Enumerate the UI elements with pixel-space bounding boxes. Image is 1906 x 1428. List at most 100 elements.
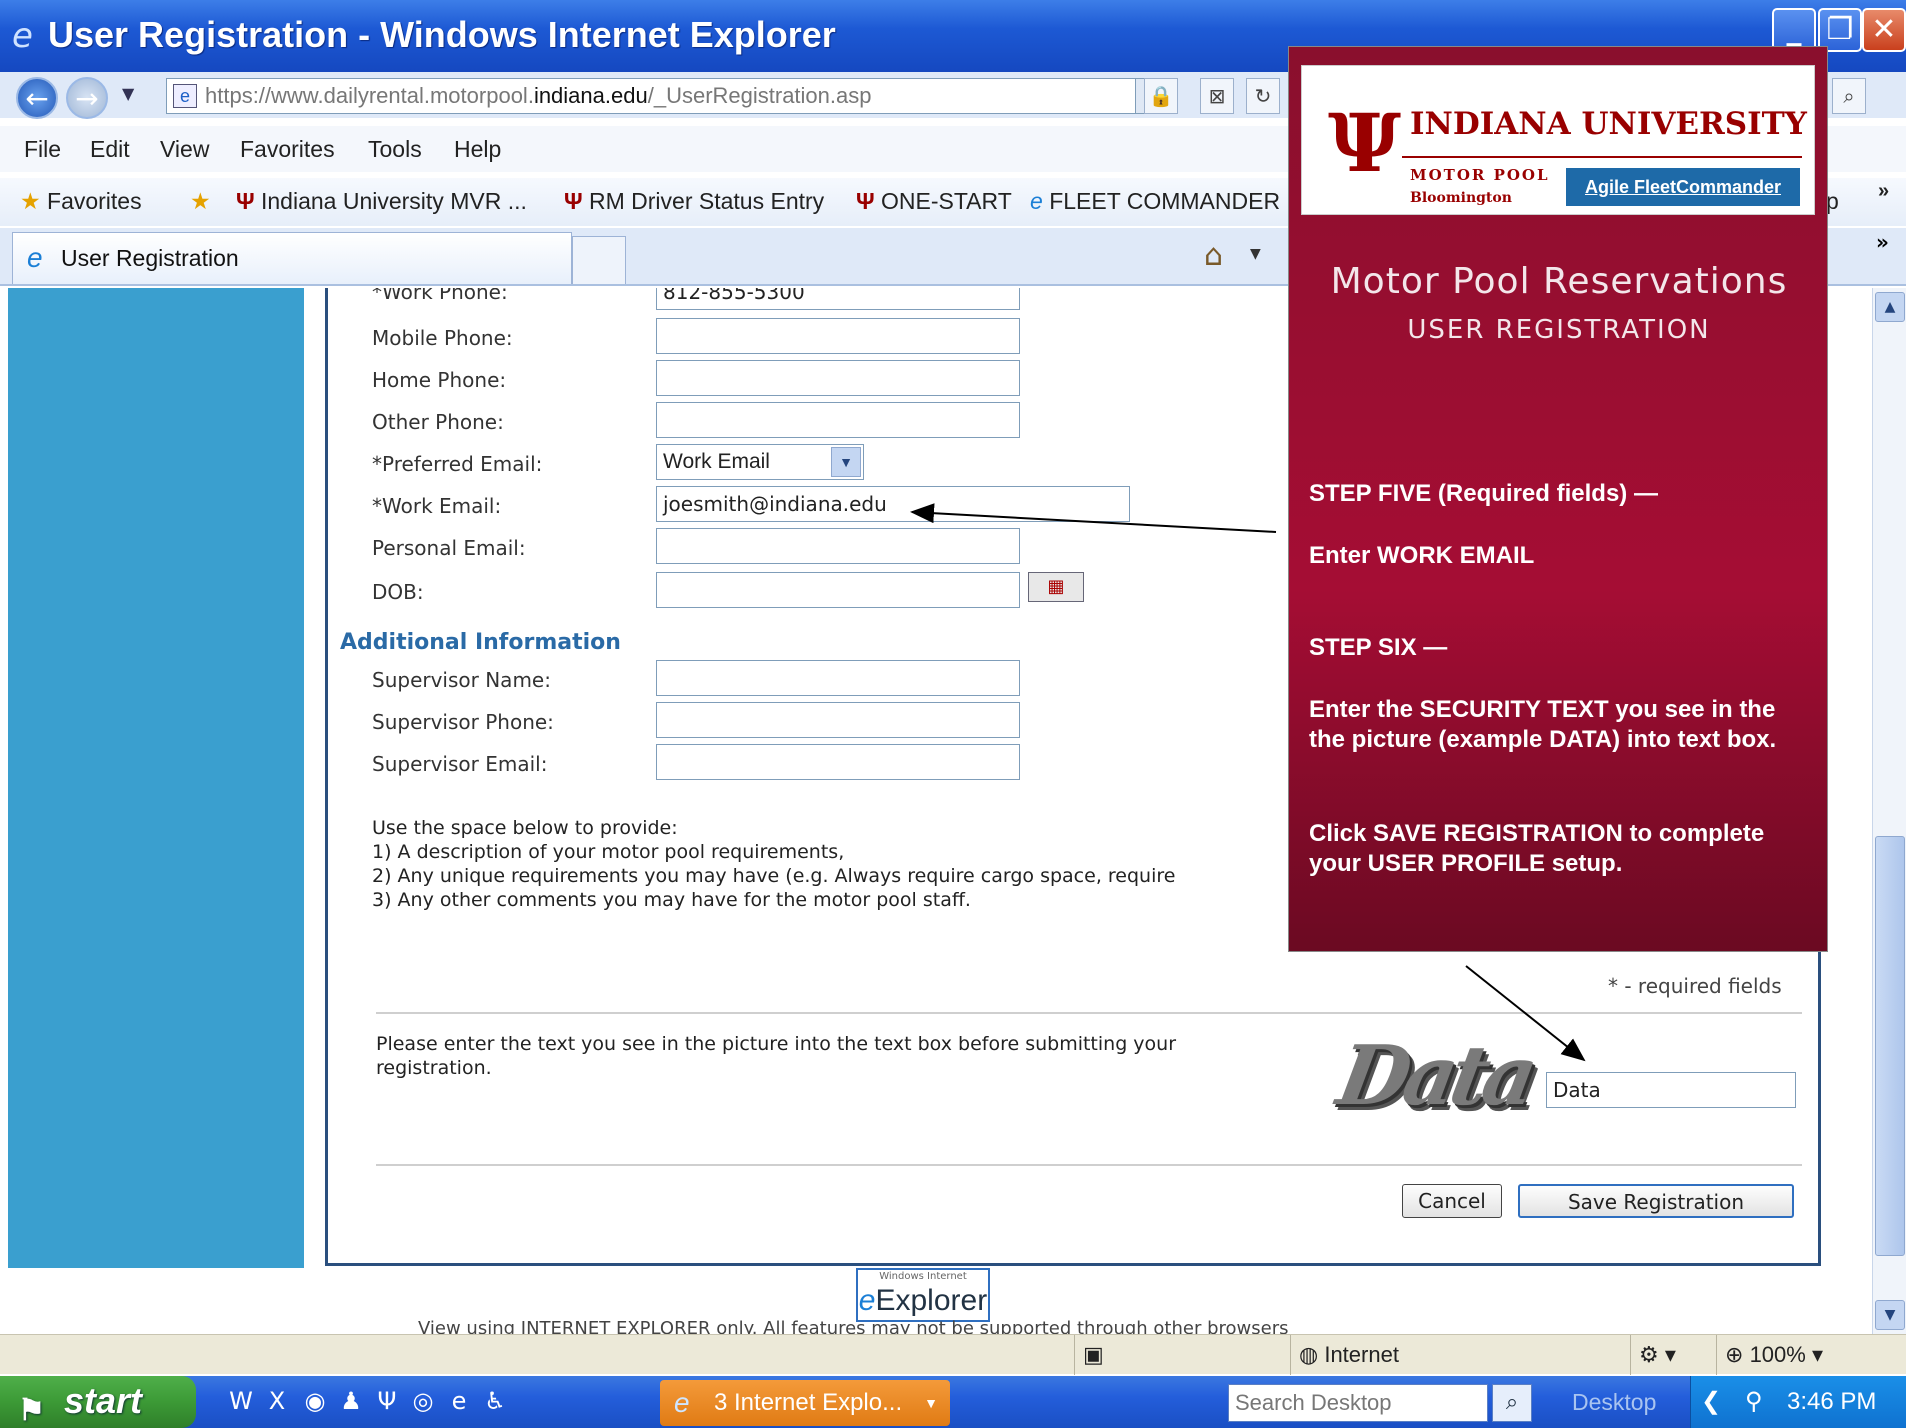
mobile-phone-input[interactable] (656, 318, 1020, 354)
supervisor-phone-input[interactable] (656, 702, 1020, 738)
search-icon[interactable]: ⌕ (1832, 78, 1866, 114)
taskbar-ie-group[interactable]: e 3 Internet Explo... ▼ (660, 1380, 950, 1426)
menu-tools[interactable]: Tools (368, 136, 422, 163)
trident-icon: Ψ (564, 188, 583, 214)
url-domain: indiana.edu (533, 83, 648, 108)
start-label: start (64, 1380, 143, 1421)
step-five-body: Enter WORK EMAIL (1309, 542, 1535, 569)
media-icon[interactable]: ◎ (408, 1386, 438, 1416)
address-input[interactable]: e https://www.dailyrental.motorpool.india… (166, 78, 1166, 114)
notes-line: 2) Any unique requirements you may have … (372, 865, 1176, 887)
ie-icon[interactable]: e (444, 1386, 474, 1416)
menu-file[interactable]: File (24, 136, 61, 163)
agile-fleetcommander-link[interactable]: Agile FleetCommander (1566, 168, 1800, 206)
additional-info-heading: Additional Information (340, 630, 621, 655)
star-icon: ★ (20, 188, 41, 214)
add-favorite-icon[interactable]: ★ (190, 188, 211, 215)
vertical-scrollbar[interactable]: ▲ ▼ (1872, 288, 1906, 1334)
notes-line: Use the space below to provide: (372, 817, 678, 839)
requirements-notes: Use the space below to provide: 1) A des… (372, 816, 1175, 912)
trident-icon[interactable]: Ψ (372, 1386, 402, 1416)
favorite-link-fleet[interactable]: e FLEET COMMANDER (1030, 188, 1280, 215)
chevron-down-icon[interactable]: ▼ (831, 447, 861, 477)
chrome-icon[interactable]: ◉ (300, 1386, 330, 1416)
security-zone: ◍ Internet (1290, 1335, 1620, 1375)
favorite-link-rm[interactable]: Ψ RM Driver Status Entry (564, 188, 824, 215)
work-email-input[interactable]: joesmith@indiana.edu (656, 486, 1130, 522)
menu-view[interactable]: View (160, 136, 209, 163)
tray-arrow-icon[interactable]: ❮ (1701, 1376, 1721, 1428)
preferred-email-select[interactable]: Work Email ▼ (656, 444, 864, 480)
favorite-link-onestart[interactable]: Ψ ONE-START (856, 188, 1012, 215)
iu-logo-box: Ψ INDIANA UNIVERSITY MOTOR POOL Blooming… (1301, 65, 1815, 215)
tab-label: User Registration (61, 245, 239, 271)
captcha-prompt: Please enter the text you see in the pic… (376, 1033, 1177, 1079)
supervisor-email-input[interactable] (656, 744, 1020, 780)
favorites-more-button[interactable]: » (1878, 180, 1889, 203)
close-button[interactable]: ✕ (1862, 8, 1906, 52)
accessibility-icon[interactable]: ♿ (480, 1386, 510, 1416)
trident-icon: Ψ (856, 188, 875, 214)
browser-footnote: View using INTERNET EXPLORER only. All f… (418, 1318, 1289, 1334)
calendar-icon[interactable]: ▦ (1028, 572, 1084, 602)
preferred-email-label: *Preferred Email: (372, 452, 543, 476)
ie-icon: e (674, 1387, 690, 1418)
tab-user-registration[interactable]: e User Registration (12, 232, 572, 284)
captcha-input[interactable]: Data (1546, 1072, 1796, 1108)
instruction-overlay: Ψ INDIANA UNIVERSITY MOTOR POOL Blooming… (1288, 46, 1828, 952)
start-button[interactable]: ⚑ start (0, 1376, 196, 1428)
scroll-thumb[interactable] (1875, 836, 1905, 1256)
status-bar: ▣ ◍ Internet ⚙ ▾ ⊕ 100% ▾ (0, 1334, 1906, 1375)
overlay-title: Motor Pool Reservations (1330, 261, 1788, 302)
overlay-subtitle: USER REGISTRATION (1407, 315, 1711, 345)
captcha-image: Data (1330, 1028, 1539, 1124)
other-phone-input[interactable] (656, 402, 1020, 438)
ie-icon: e (858, 1284, 876, 1317)
new-tab-button[interactable] (572, 236, 626, 284)
excel-icon[interactable]: X (262, 1386, 292, 1416)
menu-favorites[interactable]: Favorites (240, 136, 335, 163)
menu-help[interactable]: Help (454, 136, 501, 163)
notes-line: 1) A description of your motor pool requ… (372, 841, 845, 863)
menu-edit[interactable]: Edit (90, 136, 130, 163)
system-tray: ❮ ⚲ 3:46 PM (1690, 1376, 1906, 1428)
search-desktop-input[interactable]: Search Desktop (1228, 1384, 1488, 1422)
network-icon[interactable]: ⚲ (1745, 1376, 1763, 1428)
people-icon[interactable]: ♟ (336, 1386, 366, 1416)
trident-icon: Ψ (236, 188, 255, 214)
desktop-toolbar-label[interactable]: Desktop (1572, 1376, 1656, 1428)
favorite-label: Indiana University MVR ... (261, 188, 527, 214)
work-email-label: *Work Email: (372, 494, 502, 518)
save-registration-button[interactable]: Save Registration (1518, 1184, 1794, 1218)
home-icon[interactable]: ⌂ (1204, 238, 1223, 273)
word-icon[interactable]: W (226, 1386, 256, 1416)
refresh-icon[interactable]: ↻ (1246, 78, 1280, 114)
back-icon[interactable]: ← (16, 77, 58, 119)
history-dropdown-icon[interactable]: ▼ (122, 84, 134, 103)
home-phone-input[interactable] (656, 360, 1020, 396)
forward-icon[interactable]: → (66, 77, 108, 119)
home-dropdown-icon[interactable]: ▼ (1250, 246, 1261, 262)
scroll-down-icon[interactable]: ▼ (1875, 1300, 1905, 1330)
search-icon[interactable]: ⌕ (1492, 1384, 1532, 1422)
toolbar-more-button[interactable]: » (1876, 230, 1889, 254)
clock[interactable]: 3:46 PM (1787, 1376, 1876, 1428)
cancel-button[interactable]: Cancel (1402, 1184, 1502, 1218)
personal-email-input[interactable] (656, 528, 1020, 564)
zoom-icon: ⊕ (1725, 1342, 1744, 1367)
protected-mode-icon[interactable]: ⚙ ▾ (1630, 1335, 1710, 1375)
url-prefix: https://www.dailyrental.motorpool. (205, 83, 534, 108)
favorite-link-mvr[interactable]: Ψ Indiana University MVR ... (236, 188, 527, 215)
step-six-body: Enter the SECURITY TEXT you see in the t… (1309, 696, 1777, 753)
zoom-control[interactable]: ⊕ 100% ▾ (1716, 1335, 1906, 1375)
scroll-up-icon[interactable]: ▲ (1875, 292, 1905, 322)
dob-input[interactable] (656, 572, 1020, 608)
lock-icon[interactable]: 🔒 (1144, 78, 1178, 114)
favorites-button[interactable]: ★ Favorites (20, 188, 142, 215)
work-phone-input[interactable]: 812-855-5300 (656, 288, 1020, 310)
supervisor-name-input[interactable] (656, 660, 1020, 696)
divider (376, 1164, 1802, 1166)
favorite-label: RM Driver Status Entry (589, 188, 825, 214)
compat-view-icon[interactable]: ⊠ (1200, 78, 1234, 114)
zoom-level: 100% (1749, 1342, 1806, 1367)
